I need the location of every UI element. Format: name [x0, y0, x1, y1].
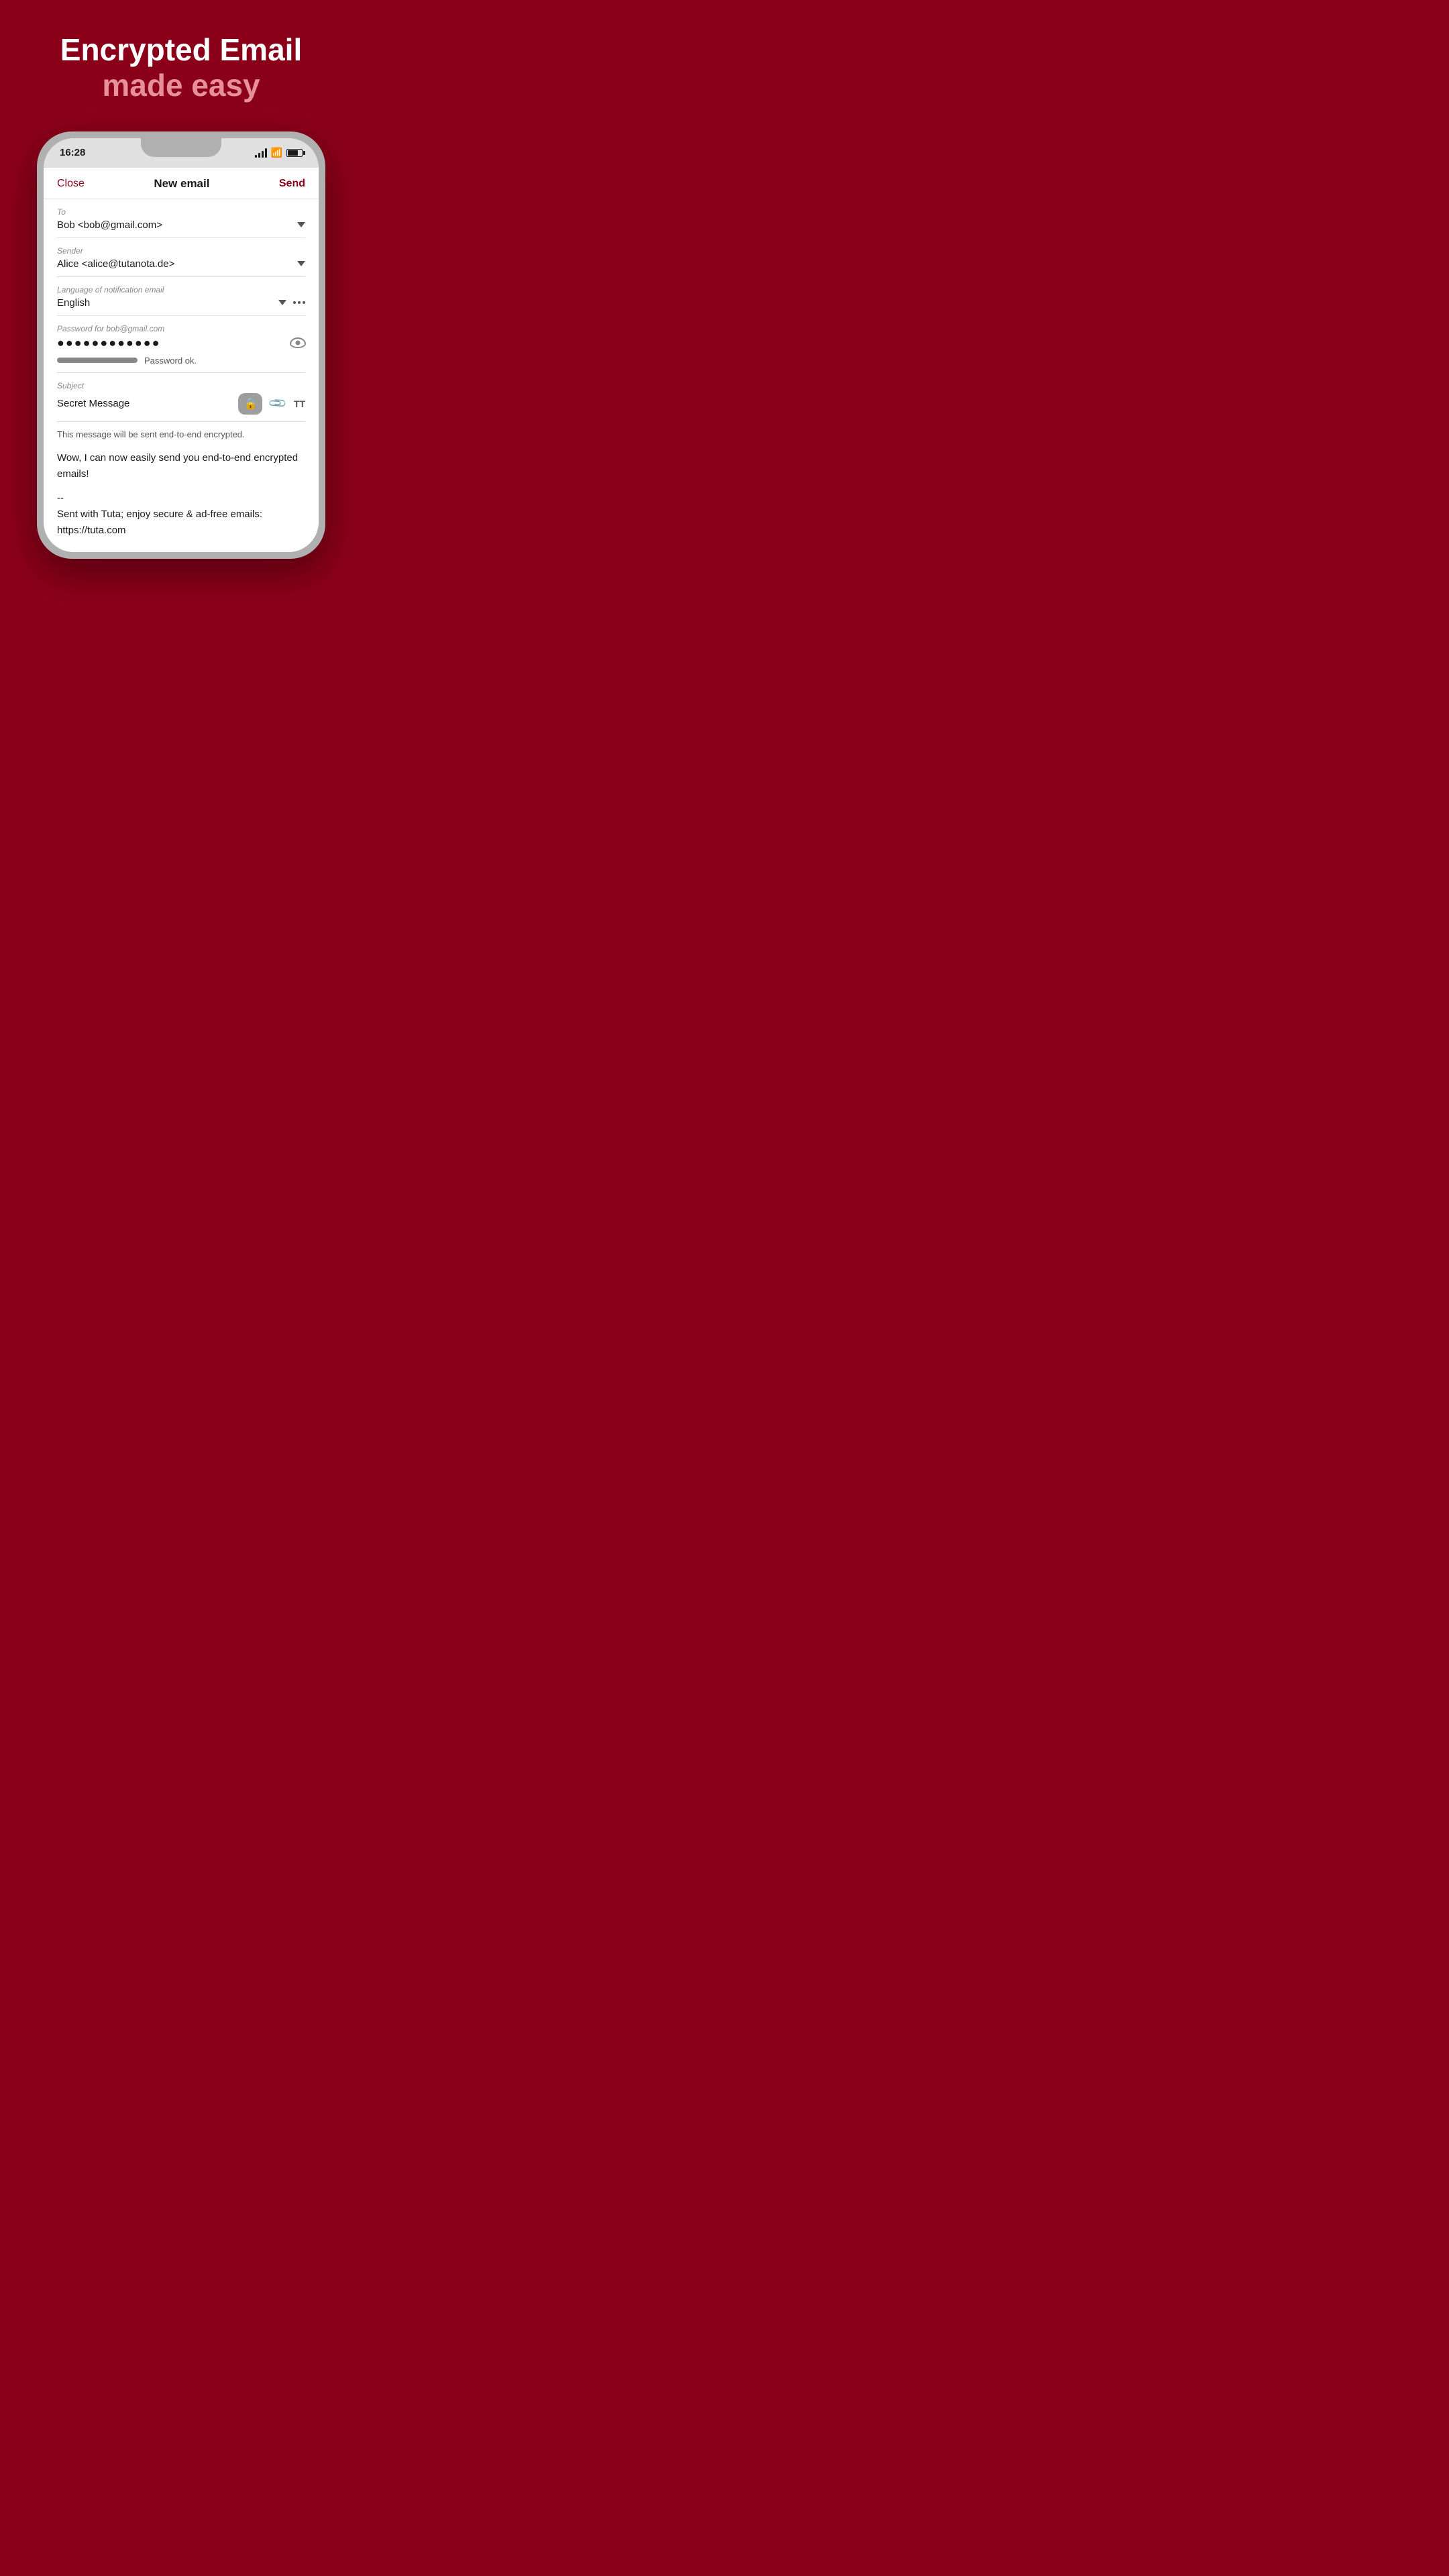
attachment-icon[interactable]: 📎	[268, 393, 288, 414]
password-strength-bar	[57, 358, 138, 363]
close-button[interactable]: Close	[57, 178, 85, 190]
password-actions	[290, 337, 305, 348]
to-row: Bob <bob@gmail.com>	[57, 219, 305, 231]
to-dropdown-icon[interactable]	[297, 222, 305, 227]
subject-field-group: Subject Secret Message 🔒 📎 TT	[57, 373, 305, 422]
language-more-icon[interactable]	[293, 301, 305, 304]
battery-icon	[286, 149, 303, 157]
form-section: To Bob <bob@gmail.com> Sender Alice <ali…	[44, 199, 319, 422]
password-field-group: Password for bob@gmail.com ●●●●●●●●●●●● …	[57, 316, 305, 373]
email-signature: -- Sent with Tuta; enjoy secure & ad-fre…	[57, 490, 305, 539]
to-label: To	[57, 207, 305, 217]
language-dropdown-icon[interactable]	[278, 300, 286, 305]
encryption-notice: This message will be sent end-to-end enc…	[57, 429, 305, 441]
phone-mockup: 16:28 📶 Close New email Send	[37, 131, 325, 559]
signal-icon	[255, 148, 267, 158]
email-screen: Close New email Send To Bob <bob@gmail.c…	[44, 168, 319, 552]
subject-row: Secret Message 🔒 📎 TT	[57, 393, 305, 415]
subject-icons: 🔒 📎 TT	[238, 393, 305, 415]
email-body: This message will be sent end-to-end enc…	[44, 422, 319, 552]
email-title: New email	[154, 177, 209, 191]
lock-button[interactable]: 🔒	[238, 393, 262, 415]
to-actions	[297, 222, 305, 227]
language-value[interactable]: English	[57, 297, 278, 309]
sender-actions	[297, 261, 305, 266]
signature-separator: --	[57, 490, 305, 506]
email-message[interactable]: Wow, I can now easily send you end-to-en…	[57, 450, 305, 482]
language-row: English	[57, 297, 305, 309]
hero-title: Encrypted Email	[27, 32, 335, 68]
language-actions	[278, 300, 305, 305]
to-field-group: To Bob <bob@gmail.com>	[57, 199, 305, 238]
sender-value[interactable]: Alice <alice@tutanota.de>	[57, 258, 297, 270]
hero-section: Encrypted Email made easy	[0, 0, 362, 125]
password-visibility-icon[interactable]	[290, 337, 305, 348]
signature-text: Sent with Tuta; enjoy secure & ad-free e…	[57, 506, 305, 539]
hero-subtitle: made easy	[27, 68, 335, 103]
sender-field-group: Sender Alice <alice@tutanota.de>	[57, 238, 305, 277]
language-label: Language of notification email	[57, 285, 305, 294]
status-icons: 📶	[255, 147, 303, 158]
send-button[interactable]: Send	[279, 178, 305, 190]
password-strength-row: Password ok.	[57, 356, 305, 366]
phone-screen: 16:28 📶 Close New email Send	[44, 138, 319, 552]
sender-label: Sender	[57, 246, 305, 256]
language-field-group: Language of notification email English	[57, 277, 305, 316]
password-strength-label: Password ok.	[144, 356, 197, 366]
email-header: Close New email Send	[44, 168, 319, 199]
battery-fill	[288, 150, 298, 156]
subject-label: Subject	[57, 381, 305, 390]
sender-row: Alice <alice@tutanota.de>	[57, 258, 305, 270]
status-time: 16:28	[60, 147, 85, 158]
to-value[interactable]: Bob <bob@gmail.com>	[57, 219, 297, 231]
password-label: Password for bob@gmail.com	[57, 324, 305, 333]
subject-value[interactable]: Secret Message	[57, 398, 238, 409]
phone-notch	[141, 138, 221, 157]
status-bar: 16:28 📶	[44, 138, 319, 168]
lock-icon: 🔒	[244, 397, 258, 411]
sender-dropdown-icon[interactable]	[297, 261, 305, 266]
password-row: ●●●●●●●●●●●●	[57, 336, 305, 350]
text-size-icon[interactable]: TT	[294, 398, 305, 409]
password-value[interactable]: ●●●●●●●●●●●●	[57, 336, 290, 350]
wifi-icon: 📶	[271, 147, 282, 158]
